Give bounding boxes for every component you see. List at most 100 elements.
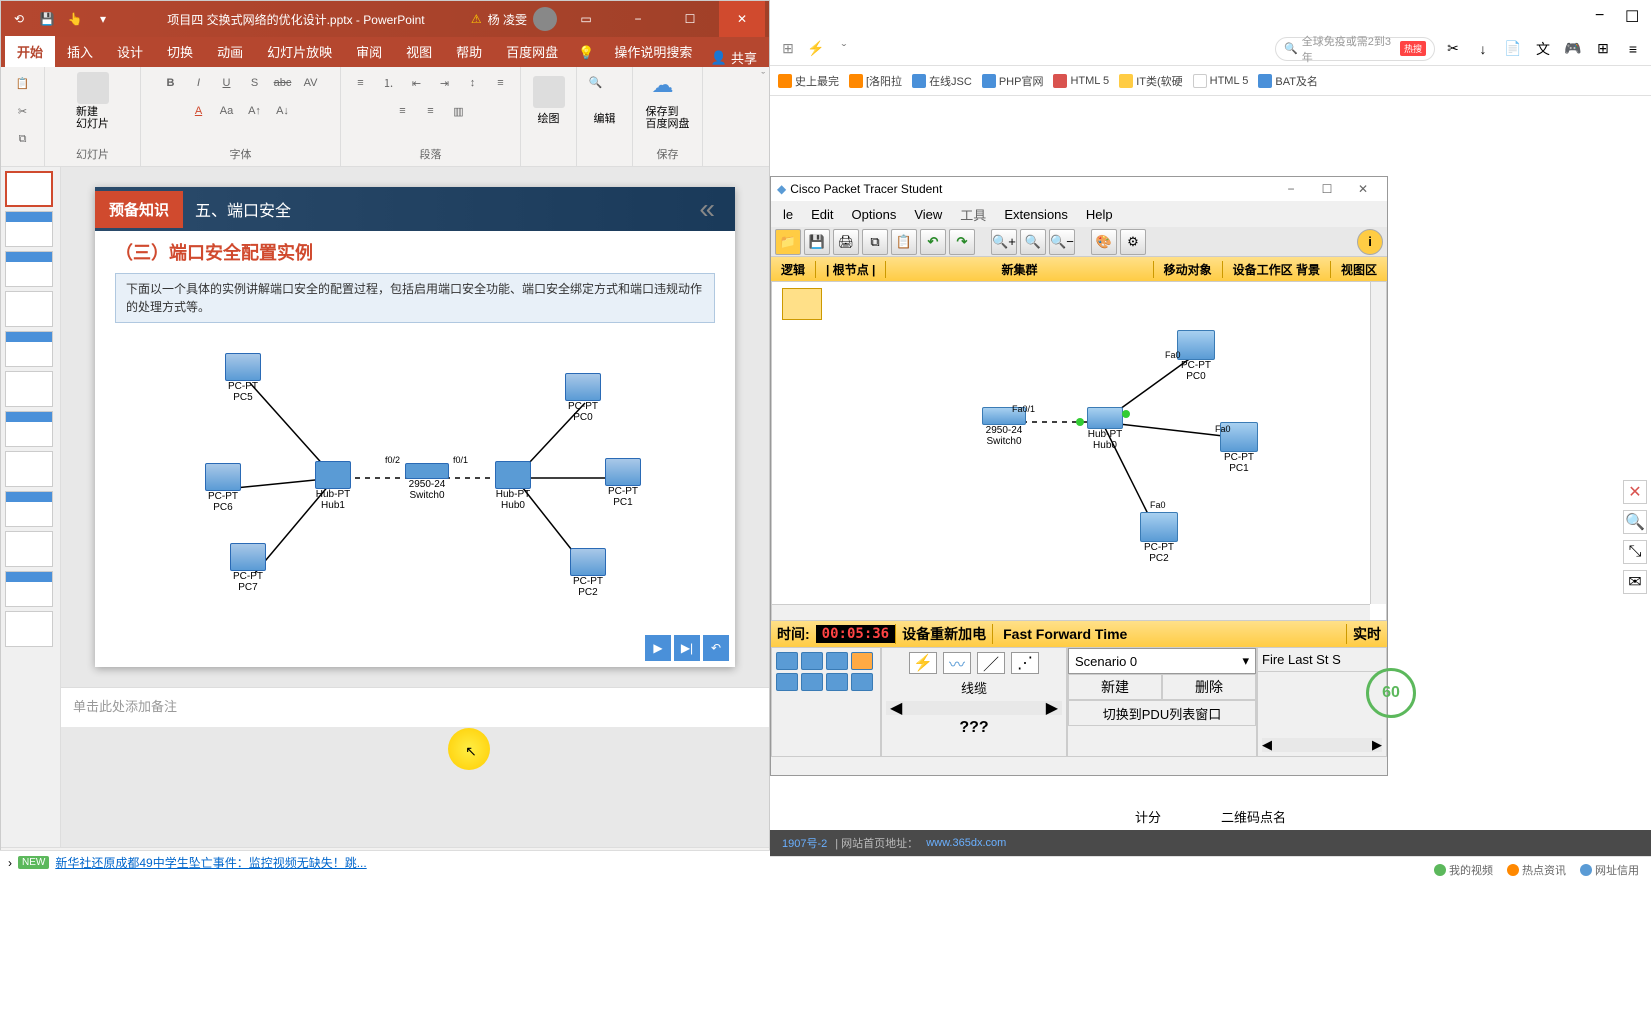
tab-tellme[interactable]: 操作说明搜索 bbox=[602, 36, 704, 67]
slide-thumb[interactable] bbox=[5, 371, 53, 407]
slide-return-button[interactable]: ↶ bbox=[703, 635, 729, 661]
slide-thumb[interactable] bbox=[5, 611, 53, 647]
delete-tool-icon[interactable]: ✕ bbox=[1623, 480, 1647, 504]
bookmark-item[interactable]: HTML 5 bbox=[1193, 74, 1249, 88]
print-button[interactable]: 🖨 bbox=[833, 229, 859, 255]
slide-thumb[interactable] bbox=[5, 251, 53, 287]
menu-options[interactable]: Options bbox=[844, 205, 905, 224]
apps-icon[interactable]: ⊞ bbox=[1593, 39, 1613, 59]
cable-auto-button[interactable]: ⚡ bbox=[909, 652, 937, 674]
menu-edit[interactable]: Edit bbox=[803, 205, 841, 224]
logical-view-button[interactable]: 逻辑 bbox=[771, 261, 816, 278]
underline-button[interactable]: U bbox=[215, 71, 239, 95]
root-node-button[interactable]: | 根节点 | bbox=[816, 261, 886, 278]
site-url[interactable]: www.365dx.com bbox=[926, 837, 1006, 849]
cpt-workspace[interactable]: 2950-24 Switch0 Hub-PT Hub0 PC-PT PC0 PC… bbox=[771, 281, 1387, 621]
save-button[interactable]: 💾 bbox=[804, 229, 830, 255]
paste-button[interactable]: 📋 bbox=[891, 229, 917, 255]
new-slide-button[interactable]: 新建 幻灯片 bbox=[71, 71, 115, 131]
copy-button[interactable]: ⧉ bbox=[862, 229, 888, 255]
slide-thumb[interactable] bbox=[5, 211, 53, 247]
reload-button[interactable]: 设备重新加电 bbox=[895, 624, 993, 644]
bookmark-item[interactable]: 在线JSC bbox=[912, 73, 972, 89]
extensions-icon[interactable]: ⊞ bbox=[778, 39, 798, 59]
zoom-in-button[interactable]: 🔍+ bbox=[991, 229, 1017, 255]
tab-insert[interactable]: 插入 bbox=[55, 36, 105, 67]
window-maximize-icon[interactable]: ☐ bbox=[1625, 7, 1643, 25]
tab-baidu[interactable]: 百度网盘 bbox=[494, 36, 570, 67]
bullets-icon[interactable]: ≡ bbox=[349, 71, 373, 95]
tab-review[interactable]: 审阅 bbox=[344, 36, 394, 67]
zoom-reset-button[interactable]: 🔍 bbox=[1020, 229, 1046, 255]
slide-thumb[interactable] bbox=[5, 411, 53, 447]
tab-view[interactable]: 视图 bbox=[394, 36, 444, 67]
fast-forward-button[interactable]: Fast Forward Time bbox=[993, 626, 1137, 642]
collapse-ribbon-icon[interactable]: ˇ bbox=[761, 71, 765, 83]
editing-button[interactable]: 🔍 编辑 bbox=[583, 71, 627, 131]
touch-mode-icon[interactable]: 👆 bbox=[65, 9, 85, 29]
tab-design[interactable]: 设计 bbox=[105, 36, 155, 67]
qat-more-icon[interactable]: ▾ bbox=[93, 9, 113, 29]
user-name[interactable]: 杨 凌雯 bbox=[488, 11, 527, 28]
device-category-button[interactable] bbox=[801, 673, 823, 691]
save-baidu-button[interactable]: ☁ 保存到 百度网盘 bbox=[646, 71, 690, 131]
myvideo-button[interactable]: 我的视频 bbox=[1434, 862, 1493, 878]
scenario-select[interactable]: Scenario 0▾ bbox=[1068, 648, 1256, 674]
shadow-button[interactable]: S bbox=[243, 71, 267, 95]
indent-right-icon[interactable]: ⇥ bbox=[433, 71, 457, 95]
tab-help[interactable]: 帮助 bbox=[444, 36, 494, 67]
slide-thumb[interactable] bbox=[5, 491, 53, 527]
ribbon-display-icon[interactable]: ▭ bbox=[563, 1, 609, 37]
device-category-button[interactable] bbox=[826, 673, 848, 691]
menu-tools[interactable]: 工具 bbox=[952, 203, 994, 226]
menu-icon[interactable]: ≡ bbox=[1623, 39, 1643, 59]
horizontal-scrollbar[interactable] bbox=[772, 604, 1370, 620]
vertical-scrollbar[interactable] bbox=[1370, 282, 1386, 604]
font-size-up-icon[interactable]: A↑ bbox=[243, 99, 267, 123]
open-folder-button[interactable]: 📁 bbox=[775, 229, 801, 255]
translate-icon[interactable]: 文 bbox=[1533, 39, 1553, 59]
pdu-scrollbar[interactable]: ◀▶ bbox=[1262, 738, 1382, 752]
move-object-button[interactable]: 移动对象 bbox=[1154, 261, 1223, 278]
inspect-tool-icon[interactable]: 🔍 bbox=[1623, 510, 1647, 534]
change-case-icon[interactable]: Aa bbox=[215, 99, 239, 123]
device-pc[interactable]: PC-PT PC2 bbox=[1140, 512, 1178, 564]
close-button[interactable]: ✕ bbox=[719, 1, 765, 37]
bookmark-item[interactable]: IT类(软硬 bbox=[1119, 73, 1182, 89]
qrcode-link[interactable]: 二维码点名 bbox=[1221, 807, 1286, 826]
indent-left-icon[interactable]: ⇤ bbox=[405, 71, 429, 95]
notes-pane[interactable]: 单击此处添加备注 bbox=[61, 687, 769, 727]
bookmark-item[interactable]: 史上最完 bbox=[778, 73, 839, 89]
maximize-button[interactable]: ☐ bbox=[1309, 178, 1345, 200]
custom-device-button[interactable]: ⚙ bbox=[1120, 229, 1146, 255]
scenario-delete-button[interactable]: 删除 bbox=[1162, 674, 1256, 700]
menu-help[interactable]: Help bbox=[1078, 205, 1121, 224]
device-category-button[interactable] bbox=[801, 652, 823, 670]
palette-button[interactable]: 🎨 bbox=[1091, 229, 1117, 255]
device-hub[interactable]: Hub-PT Hub0 bbox=[1087, 407, 1123, 451]
line-spacing-icon[interactable]: ↕ bbox=[461, 71, 485, 95]
hotnews-button[interactable]: 热点资讯 bbox=[1507, 862, 1566, 878]
cable-crossover-button[interactable]: ⋰ bbox=[1011, 652, 1039, 674]
drawing-button[interactable]: 绘图 bbox=[527, 71, 571, 131]
copy-icon[interactable]: ⧉ bbox=[11, 127, 35, 151]
device-pc[interactable]: PC-PT PC0 bbox=[1177, 330, 1215, 382]
paste-icon[interactable]: 📋 bbox=[11, 71, 35, 95]
minimize-button[interactable]: − bbox=[1273, 178, 1309, 200]
news-chevron-icon[interactable]: › bbox=[8, 856, 12, 870]
cut-icon[interactable]: ✂ bbox=[11, 99, 35, 123]
menu-view[interactable]: View bbox=[906, 205, 950, 224]
slide-thumb[interactable] bbox=[5, 291, 53, 327]
cable-straight-button[interactable]: ／ bbox=[977, 652, 1005, 674]
slide-edit-area[interactable]: 预备知识 五、端口安全 « （三）端口安全配置实例 下面以一个具体的实例讲解端口… bbox=[61, 167, 769, 847]
slide-thumb[interactable] bbox=[5, 171, 53, 207]
search-input[interactable]: 🔍 全球免疫或需2到3年 热搜 bbox=[1275, 37, 1435, 61]
italic-button[interactable]: I bbox=[187, 71, 211, 95]
plugin-icon[interactable]: ⚡ bbox=[806, 39, 826, 59]
autosave-icon[interactable]: ⟲ bbox=[9, 9, 29, 29]
workspace-bg-button[interactable]: 设备工作区 背景 bbox=[1223, 261, 1331, 278]
news-link[interactable]: 新华社还原成都49中学生坠亡事件：监控视频无缺失！跳... bbox=[55, 854, 366, 871]
device-category-button[interactable] bbox=[851, 673, 873, 691]
char-spacing-icon[interactable]: AV bbox=[299, 71, 323, 95]
tab-home[interactable]: 开始 bbox=[5, 36, 55, 67]
